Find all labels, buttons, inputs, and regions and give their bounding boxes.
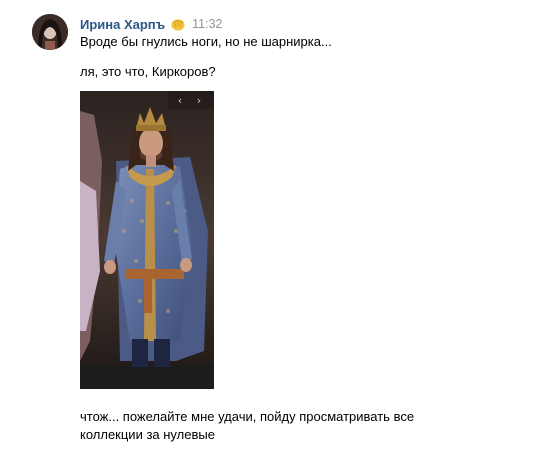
avatar-image (32, 14, 68, 50)
photo-attachment[interactable]: ‹ › (80, 91, 214, 389)
chat-message: Ирина Харпъ 11:32 Вроде бы гнулись ноги,… (0, 0, 541, 450)
message-text-line: коллекции за нулевые (80, 427, 215, 442)
photo-doll-image (80, 91, 214, 389)
chevron-right-icon[interactable]: › (193, 94, 205, 107)
avatar[interactable] (32, 14, 68, 50)
message-text-line: чтож... пожелайте мне удачи, пойду просм… (80, 409, 415, 424)
message-time[interactable]: 11:32 (192, 17, 222, 31)
message-text-line: ля, это что, Киркоров? (80, 64, 216, 79)
message-text-line: Вроде бы гнулись ноги, но не шарнирка... (80, 34, 332, 49)
punch-emoji-icon (170, 16, 186, 32)
chevron-left-icon[interactable]: ‹ (174, 94, 186, 107)
message-header: Ирина Харпъ 11:32 (80, 15, 223, 33)
author-name[interactable]: Ирина Харпъ (80, 17, 165, 32)
